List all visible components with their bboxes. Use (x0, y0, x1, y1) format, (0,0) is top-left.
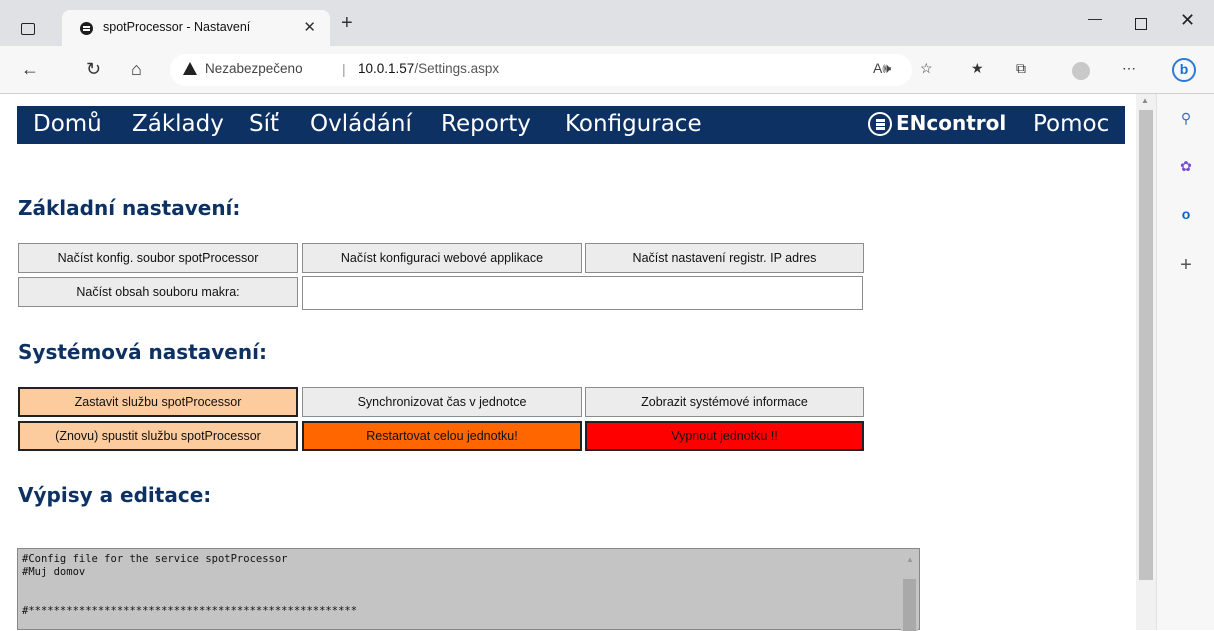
section-title-basic: Základní nastavení: (18, 196, 241, 220)
restart-service-button[interactable]: (Znovu) spustit službu spotProcessor (18, 421, 298, 451)
tab-title: spotProcessor - Nastavení (103, 20, 251, 34)
load-macro-file-button[interactable]: Načíst obsah souboru makra: (18, 277, 298, 307)
macro-file-input[interactable] (302, 276, 863, 310)
scroll-up-icon[interactable]: ▲ (906, 555, 914, 564)
copilot-icon[interactable]: ✿ (1177, 158, 1195, 175)
bing-chat-icon[interactable]: b (1172, 58, 1196, 82)
brand-name: ENcontrol (896, 111, 1007, 135)
encontrol-logo-icon (868, 112, 892, 136)
collections-icon[interactable]: ⧉ (1016, 60, 1026, 77)
stop-service-button[interactable]: Zastavit službu spotProcessor (18, 387, 298, 417)
url-separator: | (342, 61, 346, 77)
site-navbar: Domů Základy Síť Ovládání Reporty Konfig… (17, 106, 1125, 144)
load-webapp-config-button[interactable]: Načíst konfiguraci webové applikace (302, 243, 582, 273)
page-scrollbar[interactable]: ▲ (1136, 94, 1156, 630)
read-aloud-icon[interactable]: A🕪 (873, 60, 891, 77)
window-maximize-button[interactable] (1135, 18, 1147, 30)
editor-scrollbar[interactable]: ▲ (901, 551, 918, 631)
back-arrow-icon[interactable]: ← (21, 59, 39, 80)
security-label[interactable]: Nezabezpečeno (205, 61, 303, 76)
tab-actions-icon[interactable] (21, 23, 35, 35)
section-title-listings: Výpisy a editace: (18, 483, 212, 507)
url-text[interactable]: 10.0.1.57/Settings.aspx (358, 61, 499, 76)
sync-time-button[interactable]: Synchronizovat čas v jednotce (302, 387, 582, 417)
browser-tab[interactable]: spotProcessor - Nastavení ✕ (62, 10, 330, 46)
nav-configuration[interactable]: Konfigurace (565, 111, 702, 137)
load-config-button[interactable]: Načíst konfig. soubor spotProcessor (18, 243, 298, 273)
refresh-icon[interactable]: ↻ (86, 59, 101, 80)
new-tab-button[interactable]: + (341, 12, 353, 35)
scroll-up-icon[interactable]: ▲ (1141, 96, 1149, 105)
address-toolbar: ← ↻ ⌂ Nezabezpečeno | 10.0.1.57/Settings… (0, 46, 1214, 94)
page-scrollbar-thumb[interactable] (1139, 110, 1153, 580)
config-editor-content[interactable]: #Config file for the service spotProcess… (22, 553, 357, 618)
more-menu-icon[interactable]: ⋯ (1122, 60, 1136, 77)
home-icon[interactable]: ⌂ (131, 59, 142, 80)
shutdown-unit-button[interactable]: Vypnout jednotku !! (585, 421, 864, 451)
favorite-add-icon[interactable]: ☆ (920, 60, 933, 77)
nav-help[interactable]: Pomoc (1033, 111, 1109, 137)
window-minimize-button[interactable]: — (1088, 10, 1102, 26)
warning-icon[interactable] (183, 62, 197, 75)
nav-network[interactable]: Síť (249, 111, 279, 137)
nav-control[interactable]: Ovládání (310, 111, 412, 137)
restart-unit-button[interactable]: Restartovat celou jednotku! (302, 421, 582, 451)
profile-avatar[interactable] (1072, 62, 1090, 80)
plus-icon[interactable]: + (1177, 254, 1195, 277)
favorites-icon[interactable]: ★ (971, 60, 984, 77)
editor-scrollbar-thumb[interactable] (903, 579, 916, 631)
system-info-button[interactable]: Zobrazit systémové informace (585, 387, 864, 417)
search-icon[interactable]: ⚲ (1177, 110, 1195, 127)
url-bar[interactable]: Nezabezpečeno | 10.0.1.57/Settings.aspx … (170, 54, 912, 86)
section-title-system: Systémová nastavení: (18, 340, 267, 364)
outlook-icon[interactable]: o (1177, 206, 1195, 222)
load-ip-registry-button[interactable]: Načíst nastavení registr. IP adres (585, 243, 864, 273)
tab-close-icon[interactable]: ✕ (303, 18, 316, 36)
browser-tab-bar: spotProcessor - Nastavení ✕ + — ✕ (0, 0, 1214, 46)
window-close-button[interactable]: ✕ (1180, 10, 1195, 31)
nav-home[interactable]: Domů (33, 111, 102, 137)
edge-sidebar: ⚲ ✿ o + (1156, 94, 1214, 630)
site-favicon-icon (80, 22, 93, 35)
nav-basics[interactable]: Základy (132, 111, 224, 137)
nav-reports[interactable]: Reporty (441, 111, 531, 137)
config-editor[interactable]: #Config file for the service spotProcess… (17, 548, 920, 631)
